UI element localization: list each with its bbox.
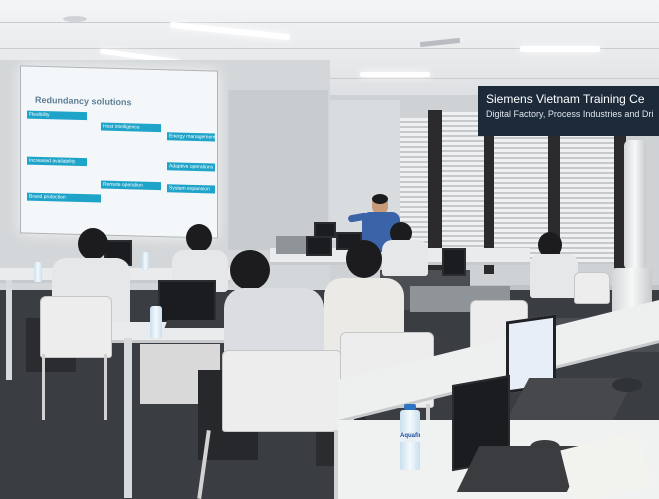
- training-center-banner: Siemens Vietnam Training Ce Digital Fact…: [478, 86, 659, 136]
- chair: [40, 296, 112, 358]
- water-bottle: [142, 252, 149, 270]
- desk-leg: [6, 280, 12, 380]
- student-shirt: [530, 254, 578, 298]
- bottle-label: Aquafina: [400, 432, 420, 442]
- slide-box: Brand protection: [27, 192, 101, 203]
- desk-leg: [124, 338, 132, 498]
- slide-box: System expansion: [167, 184, 215, 194]
- projection-screen: Redundancy solutions Flexibility Host in…: [20, 65, 218, 239]
- wall-panel: [228, 90, 328, 250]
- window-blind: [560, 134, 616, 264]
- student-head: [78, 228, 108, 260]
- banner-subtitle: Digital Factory, Process Industries and …: [486, 109, 654, 119]
- chair-leg: [42, 354, 45, 420]
- process-equipment: [624, 140, 646, 270]
- laptop-screen: [442, 248, 466, 276]
- student-head: [230, 250, 270, 290]
- water-bottle: [150, 306, 162, 338]
- water-bottle: [34, 262, 42, 282]
- slide-box: Flexibility: [27, 110, 87, 121]
- slide-box: Remote operation: [101, 180, 161, 191]
- window-frame: [428, 110, 442, 270]
- chair: [574, 272, 610, 304]
- slide-title: Redundancy solutions: [35, 94, 132, 108]
- ceiling-seam: [0, 22, 659, 23]
- chair-leg: [104, 354, 107, 420]
- ceiling-vent: [63, 16, 87, 22]
- laptop-screen: [158, 280, 216, 322]
- laptop-keyboard: [164, 320, 228, 328]
- chair: [222, 350, 342, 432]
- slide-box: Energy management: [167, 132, 215, 142]
- student-head: [186, 224, 212, 252]
- water-bottle: Aquafina: [400, 410, 420, 470]
- ceiling-light: [360, 72, 430, 77]
- banner-title: Siemens Vietnam Training Ce: [486, 92, 645, 106]
- student-shirt: [382, 240, 428, 276]
- slide-box: Host intelligence: [101, 122, 161, 133]
- training-room-photo: Redundancy solutions Flexibility Host in…: [0, 0, 659, 499]
- mouse: [530, 440, 560, 454]
- instructor-hair: [372, 194, 388, 204]
- mouse: [612, 378, 642, 392]
- laptop-screen: [306, 236, 332, 256]
- ceiling-light: [520, 46, 600, 52]
- slide-box: Adaptive operations: [167, 162, 215, 172]
- student-head: [346, 240, 382, 278]
- slide-box: Increased availability: [27, 156, 87, 167]
